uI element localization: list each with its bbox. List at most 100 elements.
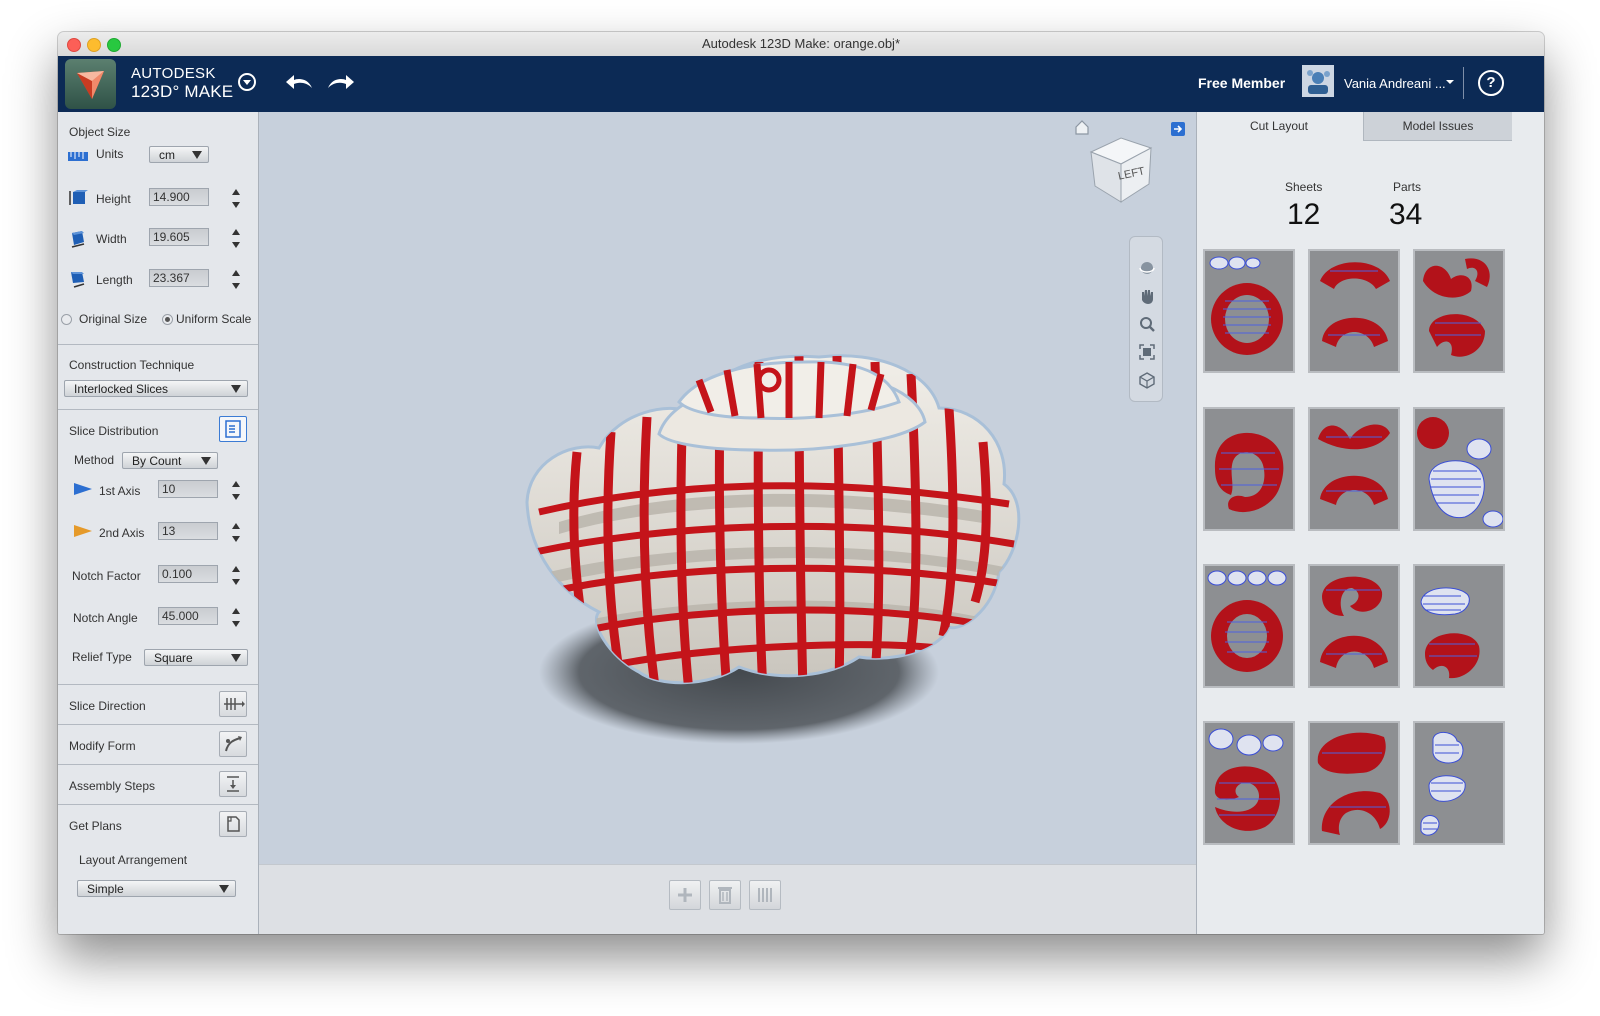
layout-arrangement-select[interactable]: Simple — [77, 880, 236, 897]
uniform-scale-radio[interactable] — [162, 314, 173, 325]
object-size-title: Object Size — [69, 125, 131, 139]
sheet-thumbnail-1[interactable] — [1203, 249, 1295, 373]
sheet-thumbnail-2[interactable] — [1308, 249, 1400, 373]
modify-form-icon[interactable] — [219, 731, 247, 757]
user-menu-caret-icon[interactable] — [1446, 80, 1454, 84]
relief-type-select[interactable]: Square — [144, 649, 248, 666]
original-size-label[interactable]: Original Size — [79, 312, 147, 326]
sheets-label: Sheets — [1285, 180, 1323, 194]
sliced-orange-model[interactable] — [259, 112, 1196, 864]
window-title: Autodesk 123D Make: orange.obj* — [701, 36, 900, 51]
slice-distribution-title: Slice Distribution — [69, 424, 159, 438]
slice-tool-icon[interactable] — [749, 880, 781, 910]
membership-label[interactable]: Free Member — [1198, 75, 1285, 91]
first-axis-spinner[interactable] — [229, 476, 243, 504]
first-axis-decrement-icon[interactable] — [232, 494, 240, 500]
length-spinner[interactable] — [229, 265, 243, 293]
app-menu-dropdown-icon[interactable] — [238, 73, 256, 91]
construction-technique-section: Construction Technique Interlocked Slice… — [58, 345, 258, 410]
uniform-scale-label[interactable]: Uniform Scale — [176, 312, 251, 326]
sheet-thumbnail-12[interactable] — [1413, 721, 1505, 845]
slice-direction-icon[interactable] — [219, 691, 247, 717]
second-axis-increment-icon[interactable] — [232, 523, 240, 529]
title-bar: Autodesk 123D Make: orange.obj* — [58, 32, 1544, 57]
3d-viewport[interactable]: LEFT — [259, 112, 1196, 934]
width-input[interactable]: 19.605 — [149, 228, 209, 246]
notch-angle-spinner[interactable] — [229, 603, 243, 631]
sheet-thumbnail-3[interactable] — [1413, 249, 1505, 373]
sheet-thumbnail-11[interactable] — [1308, 721, 1400, 845]
slice-direction-section[interactable]: Slice Direction — [58, 685, 258, 725]
height-label: Height — [96, 192, 131, 206]
help-button[interactable]: ? — [1478, 70, 1504, 96]
app-logo-icon[interactable] — [65, 59, 116, 109]
undo-icon[interactable] — [284, 70, 316, 94]
length-input[interactable]: 23.367 — [149, 269, 209, 287]
width-increment-icon[interactable] — [232, 229, 240, 235]
notch-factor-decrement-icon[interactable] — [232, 579, 240, 585]
user-avatar[interactable] — [1302, 65, 1334, 97]
length-increment-icon[interactable] — [232, 270, 240, 276]
height-spinner[interactable] — [229, 184, 243, 212]
height-cube-icon — [68, 190, 88, 211]
view-cube[interactable]: LEFT — [1085, 134, 1157, 206]
second-axis-input[interactable]: 13 — [158, 522, 218, 540]
sheet-thumbnail-8[interactable] — [1308, 564, 1400, 688]
tab-model-issues[interactable]: Model Issues — [1363, 112, 1512, 141]
get-plans-title[interactable]: Get Plans — [69, 819, 122, 833]
height-input[interactable]: 14.900 — [149, 188, 209, 206]
notch-factor-increment-icon[interactable] — [232, 566, 240, 572]
height-decrement-icon[interactable] — [232, 202, 240, 208]
construction-technique-select[interactable]: Interlocked Slices — [64, 380, 248, 397]
sheet-thumbnail-4[interactable] — [1203, 407, 1295, 531]
assembly-steps-title[interactable]: Assembly Steps — [69, 779, 155, 793]
assembly-steps-section[interactable]: Assembly Steps — [58, 765, 258, 805]
units-select[interactable]: cm — [149, 146, 209, 163]
length-decrement-icon[interactable] — [232, 283, 240, 289]
modify-form-title[interactable]: Modify Form — [69, 739, 136, 753]
sheet-thumbnail-7[interactable] — [1203, 564, 1295, 688]
header-divider — [1463, 67, 1464, 99]
get-plans-icon[interactable] — [219, 811, 247, 837]
user-name[interactable]: Vania Andreani ... — [1344, 76, 1446, 91]
pan-hand-icon[interactable] — [1138, 287, 1156, 310]
notch-angle-decrement-icon[interactable] — [232, 621, 240, 627]
zoom-icon[interactable] — [1138, 315, 1156, 338]
method-label: Method — [74, 453, 115, 467]
height-increment-icon[interactable] — [232, 189, 240, 195]
notch-factor-spinner[interactable] — [229, 561, 243, 589]
original-size-radio[interactable] — [61, 314, 72, 325]
slice-distribution-toggle-icon[interactable] — [219, 416, 247, 442]
sheet-thumbnail-6[interactable] — [1413, 407, 1505, 531]
tab-cut-layout[interactable]: Cut Layout — [1197, 112, 1361, 140]
perspective-cube-icon[interactable] — [1138, 371, 1156, 394]
second-axis-label: 2nd Axis — [99, 526, 145, 540]
width-decrement-icon[interactable] — [232, 242, 240, 248]
notch-angle-input[interactable]: 45.000 — [158, 607, 218, 625]
add-part-icon[interactable] — [669, 880, 701, 910]
sheet-thumbnail-5[interactable] — [1308, 407, 1400, 531]
assembly-steps-icon[interactable] — [219, 771, 247, 797]
cut-layout-panel: Cut Layout Model Issues Sheets 12 Parts … — [1196, 112, 1544, 934]
expand-panel-icon[interactable] — [1171, 122, 1185, 136]
first-axis-label: 1st Axis — [99, 484, 141, 498]
notch-factor-input[interactable]: 0.100 — [158, 565, 218, 583]
first-axis-input[interactable]: 10 — [158, 480, 218, 498]
modify-form-section[interactable]: Modify Form — [58, 725, 258, 765]
sheet-thumbnail-10[interactable] — [1203, 721, 1295, 845]
delete-trash-icon[interactable] — [709, 880, 741, 910]
width-spinner[interactable] — [229, 224, 243, 252]
orbit-icon[interactable] — [1138, 259, 1156, 282]
sheet-thumbnail-9[interactable] — [1413, 564, 1505, 688]
sheets-count: 12 — [1287, 198, 1321, 231]
slice-direction-title[interactable]: Slice Direction — [69, 699, 146, 713]
parts-count: 34 — [1389, 198, 1423, 231]
second-axis-decrement-icon[interactable] — [232, 536, 240, 542]
length-cube-icon — [68, 270, 88, 293]
redo-icon[interactable] — [324, 70, 356, 94]
first-axis-increment-icon[interactable] — [232, 481, 240, 487]
notch-angle-increment-icon[interactable] — [232, 608, 240, 614]
second-axis-spinner[interactable] — [229, 518, 243, 546]
method-select[interactable]: By Count — [122, 452, 218, 469]
fit-view-icon[interactable] — [1138, 343, 1156, 366]
